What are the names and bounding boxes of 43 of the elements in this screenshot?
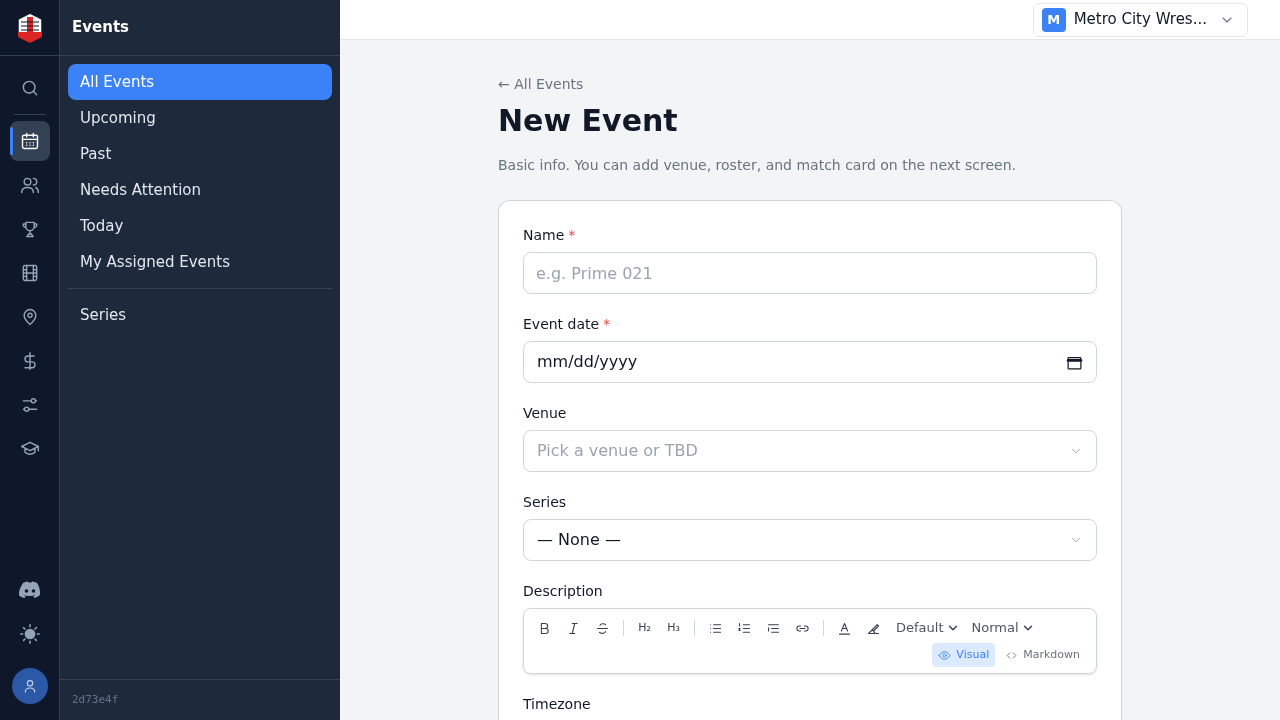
numbered-list-icon — [737, 620, 752, 636]
sidebar-item[interactable]: Today — [68, 208, 332, 244]
field-label: Timezone — [523, 695, 591, 714]
field-label: Series — [523, 493, 567, 512]
organization-name: Metro City Wres... — [1073, 9, 1207, 31]
editor-mode-tab[interactable]: Markdown — [999, 643, 1086, 667]
page-title: New Event — [498, 102, 679, 140]
field-label: Name — [523, 226, 565, 245]
sidebar-item[interactable]: Upcoming — [68, 100, 332, 136]
logo-icon — [16, 11, 43, 44]
sidebar-item[interactable]: All Events — [68, 64, 332, 100]
sidebar-title: Events — [72, 17, 129, 39]
calendar-icon — [19, 131, 40, 151]
required-mark: * — [603, 315, 611, 334]
sun-icon — [18, 623, 41, 645]
organization-badge: M — [1041, 7, 1066, 32]
eye-icon — [938, 648, 952, 662]
text-input[interactable]: e.g. Prime 021 — [523, 252, 1097, 294]
back-link[interactable]: ← All Events — [498, 74, 584, 95]
text-color-icon — [837, 620, 852, 636]
sidebar-item[interactable]: Needs Attention — [68, 172, 332, 208]
calendar-nav-button[interactable] — [9, 121, 50, 161]
sidebar-item[interactable]: Past — [68, 136, 332, 172]
select-dropdown[interactable]: — None — — [523, 519, 1097, 561]
page-subtitle: Basic info. You can add venue, roster, and match card on the next screen. — [498, 156, 1018, 175]
field-label: Description — [523, 582, 603, 601]
format-dropdown[interactable]: Normal — [971, 618, 1035, 638]
required-mark: * — [568, 226, 576, 245]
field-label: Event date — [523, 315, 600, 334]
sidebar-item[interactable]: Series — [68, 297, 332, 333]
sidebar-item[interactable]: My Assigned Events — [68, 244, 332, 280]
heading-button[interactable]: H₂ — [634, 617, 655, 639]
users-icon — [19, 175, 40, 195]
strikethrough-icon — [595, 620, 610, 636]
heading-button[interactable]: H₃ — [663, 617, 684, 639]
game-controller-icon — [18, 581, 41, 599]
field-label: Venue — [523, 404, 567, 423]
italic-icon — [566, 620, 581, 636]
format-dropdown[interactable]: Default — [896, 618, 960, 638]
organization-switcher[interactable]: M Metro City Wres... — [1032, 2, 1248, 37]
date-input[interactable]: mm/dd/yyyy — [523, 341, 1097, 383]
version-label: 2d73e4f — [72, 691, 119, 708]
avatar-button[interactable] — [11, 668, 48, 704]
